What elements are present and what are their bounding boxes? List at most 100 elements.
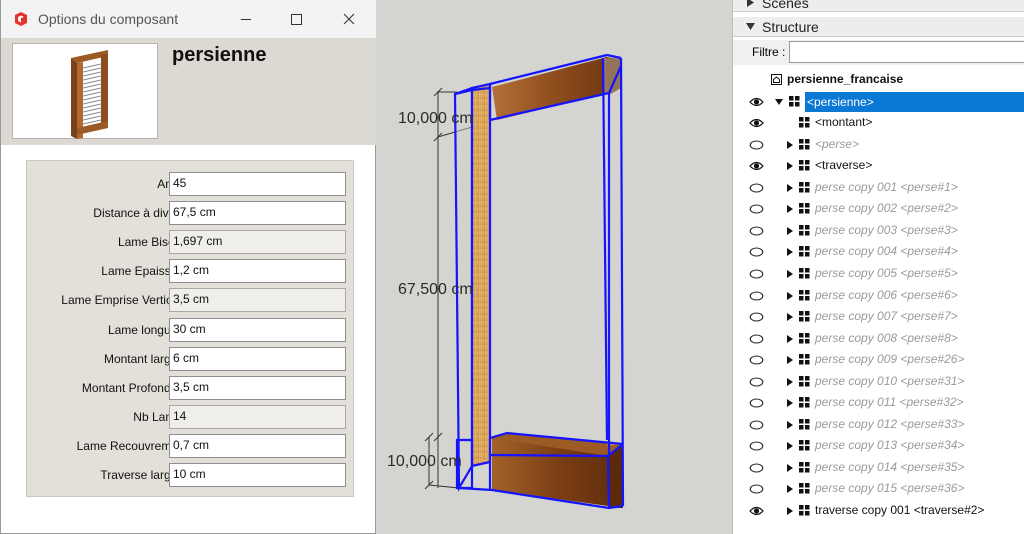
tree-row[interactable]: perse copy 012 <perse#33> (733, 415, 1024, 435)
tree-row[interactable]: perse copy 001 <perse#1> (733, 178, 1024, 198)
tree-row[interactable]: perse copy 010 <perse#31> (733, 372, 1024, 392)
expand-right-icon[interactable] (786, 184, 794, 192)
expand-right-icon[interactable] (786, 485, 794, 493)
expand-right-icon[interactable] (786, 292, 794, 300)
expand-right-icon[interactable] (786, 141, 794, 149)
expand-right-icon[interactable] (786, 378, 794, 386)
tree-row[interactable]: traverse copy 001 <traverse#2> (733, 501, 1024, 521)
maximize-button[interactable] (281, 6, 311, 32)
minimize-button[interactable] (231, 6, 261, 32)
component-icon (799, 419, 810, 430)
tree-row[interactable]: perse copy 004 <perse#4> (733, 242, 1024, 262)
tree-item-label: perse copy 006 <perse#6> (815, 288, 958, 302)
param-input[interactable]: 1,2 cm (169, 259, 346, 283)
expand-right-icon[interactable] (786, 335, 794, 343)
visible-eye-icon[interactable] (749, 505, 764, 517)
tree-row[interactable]: perse copy 007 <perse#7> (733, 307, 1024, 327)
expand-right-icon[interactable] (786, 399, 794, 407)
structure-panel-header[interactable]: Structure (733, 17, 1024, 37)
param-input[interactable]: 45 (169, 172, 346, 196)
expand-right-icon[interactable] (786, 227, 794, 235)
component-icon (799, 505, 810, 516)
param-input[interactable]: 67,5 cm (169, 201, 346, 225)
tree-row[interactable]: perse copy 013 <perse#34> (733, 436, 1024, 456)
hidden-eye-icon[interactable] (749, 182, 764, 194)
collapse-right-icon (747, 0, 754, 7)
param-input[interactable]: 6 cm (169, 347, 346, 371)
component-icon (799, 483, 810, 494)
tree-row[interactable]: perse copy 006 <perse#6> (733, 286, 1024, 306)
component-icon (799, 160, 810, 171)
tree-row[interactable]: perse copy 014 <perse#35> (733, 458, 1024, 478)
3d-viewport[interactable]: 10,000 cm 67,500 cm 10,000 cm (377, 0, 732, 534)
expand-right-icon[interactable] (786, 162, 794, 170)
param-input[interactable]: 10 cm (169, 463, 346, 487)
expand-right-icon[interactable] (786, 270, 794, 278)
hidden-eye-icon[interactable] (749, 483, 764, 495)
component-icon (799, 462, 810, 473)
left-stile[interactable] (472, 84, 490, 466)
tree-row[interactable]: perse copy 005 <perse#5> (733, 264, 1024, 284)
visible-eye-icon[interactable] (749, 96, 764, 108)
hidden-eye-icon[interactable] (749, 419, 764, 431)
expand-right-icon[interactable] (786, 313, 794, 321)
visible-eye-icon[interactable] (749, 117, 764, 129)
scenes-panel-title: Scènes (762, 0, 809, 11)
expand-right-icon[interactable] (786, 205, 794, 213)
tree-row[interactable]: perse copy 003 <perse#3> (733, 221, 1024, 241)
component-header: persienne (1, 38, 376, 145)
tree-row[interactable]: perse copy 015 <perse#36> (733, 479, 1024, 499)
model-icon (771, 74, 782, 85)
hidden-eye-icon[interactable] (749, 139, 764, 151)
tree-row[interactable]: <perse> (733, 135, 1024, 155)
close-button[interactable] (334, 6, 364, 32)
hidden-eye-icon[interactable] (749, 397, 764, 409)
tree-row[interactable]: perse copy 002 <perse#2> (733, 199, 1024, 219)
expand-right-icon[interactable] (786, 356, 794, 364)
tree-item-label: perse copy 014 <perse#35> (815, 460, 965, 474)
tree-row[interactable]: <persienne> (733, 92, 1024, 112)
param-row: Montant largeur 6 cm (27, 347, 355, 372)
filter-label: Filtre : (752, 45, 786, 59)
component-icon (799, 203, 810, 214)
expand-right-icon[interactable] (786, 464, 794, 472)
param-row: Lame Recouvrement 0,7 cm (27, 434, 355, 459)
hidden-eye-icon[interactable] (749, 290, 764, 302)
hidden-eye-icon[interactable] (749, 311, 764, 323)
param-input[interactable]: 3,5 cm (169, 376, 346, 400)
component-icon (799, 268, 810, 279)
hidden-eye-icon[interactable] (749, 440, 764, 452)
tree-row[interactable]: perse copy 009 <perse#26> (733, 350, 1024, 370)
expand-right-icon[interactable] (786, 421, 794, 429)
tree-row[interactable]: perse copy 008 <perse#8> (733, 329, 1024, 349)
expand-down-icon (746, 23, 755, 30)
dimension-label-bottom: 10,000 cm (387, 453, 462, 470)
expand-right-icon[interactable] (786, 248, 794, 256)
scenes-panel-header[interactable]: Scènes (733, 0, 1024, 12)
tree-row[interactable]: <montant> (733, 113, 1024, 133)
param-value-readonly: 3,5 cm (169, 288, 346, 312)
hidden-eye-icon[interactable] (749, 246, 764, 258)
hidden-eye-icon[interactable] (749, 225, 764, 237)
hidden-eye-icon[interactable] (749, 333, 764, 345)
hidden-eye-icon[interactable] (749, 376, 764, 388)
parameters-panel: Angle45 Distance à diviser67,5 cm Lame Bis… (26, 160, 354, 497)
visible-eye-icon[interactable] (749, 160, 764, 172)
expand-right-icon[interactable] (786, 442, 794, 450)
hidden-eye-icon[interactable] (749, 354, 764, 366)
component-icon (799, 225, 810, 236)
hidden-eye-icon[interactable] (749, 462, 764, 474)
param-input[interactable]: 0,7 cm (169, 434, 346, 458)
expand-down-icon[interactable] (775, 98, 783, 106)
tree-row[interactable]: persienne_francaise (733, 70, 1024, 90)
tree-row[interactable]: <traverse> (733, 156, 1024, 176)
filter-input[interactable] (789, 41, 1024, 63)
dialog-titlebar[interactable]: Options du composant (1, 0, 376, 38)
hidden-eye-icon[interactable] (749, 203, 764, 215)
component-icon (799, 246, 810, 257)
param-row: Montant Profondeur 3,5 cm (27, 376, 355, 401)
tree-row[interactable]: perse copy 011 <perse#32> (733, 393, 1024, 413)
hidden-eye-icon[interactable] (749, 268, 764, 280)
param-input[interactable]: 30 cm (169, 318, 346, 342)
expand-right-icon[interactable] (786, 507, 794, 515)
